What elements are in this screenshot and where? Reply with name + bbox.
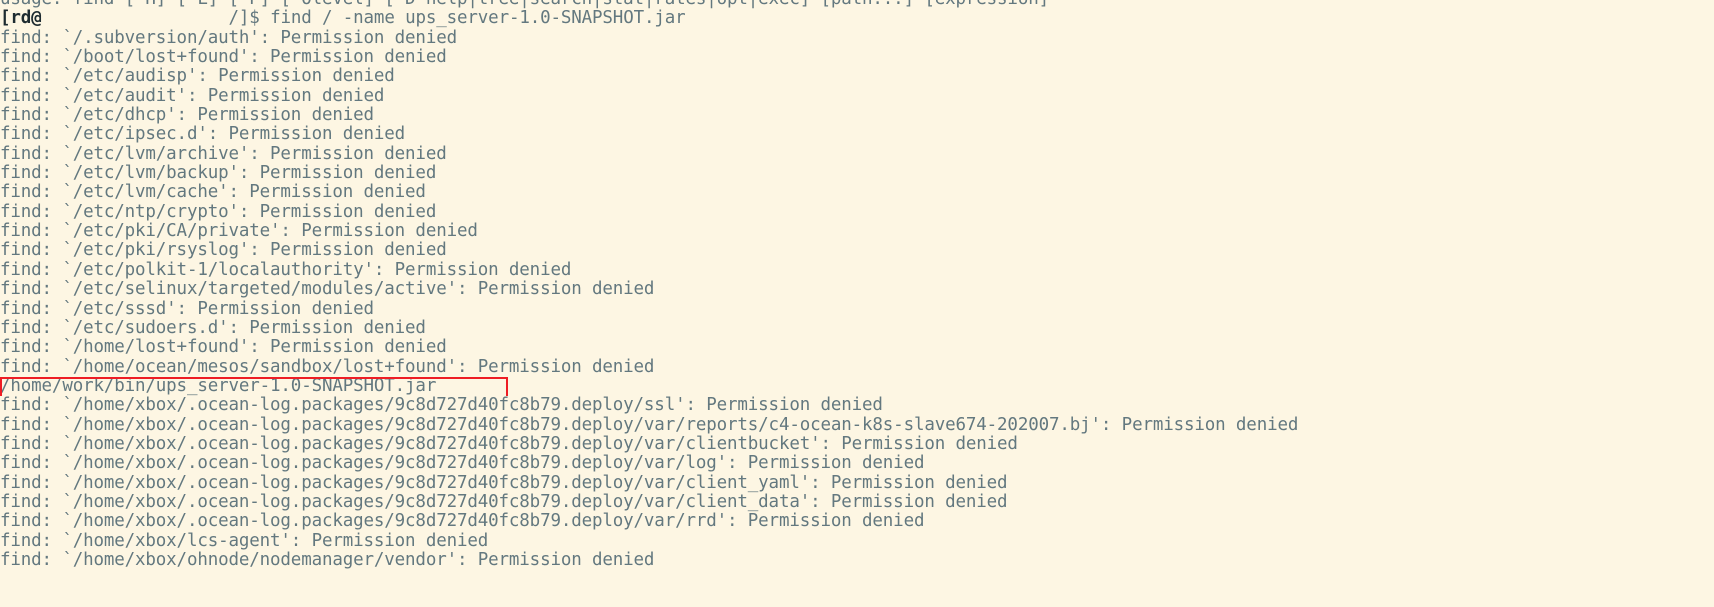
output-line: find: `/etc/ntp/crypto': Permission deni… (0, 202, 437, 222)
output-line: find: `/home/lost+found': Permission den… (0, 338, 447, 358)
output-line: find: `/home/xbox/.ocean-log.packages/9c… (0, 512, 925, 532)
output-line: find: `/etc/lvm/archive': Permission den… (0, 144, 447, 164)
output-line: find: `/.subversion/auth': Permission de… (0, 28, 457, 48)
output-line: find: `/home/xbox/.ocean-log.packages/9c… (0, 473, 1008, 493)
output-line: find: `/etc/pki/rsyslog': Permission den… (0, 241, 447, 261)
shell-prompt-line: [rd@ /]$ find / -name ups_server-1.0-SNA… (0, 9, 1714, 28)
output-line: find: `/etc/sudoers.d': Permission denie… (0, 318, 426, 338)
find-usage-line: usage: find [-H] [-L] [-P] [-Olevel] [-D… (0, 0, 1714, 9)
output-line: find: `/etc/selinux/targeted/modules/act… (0, 280, 655, 300)
prompt-close-bracket: ] (238, 9, 250, 29)
output-line: find: `/home/xbox/.ocean-log.packages/9c… (0, 434, 1018, 454)
output-line: find: `/etc/audisp': Permission denied (0, 67, 395, 87)
output-line: find: `/home/xbox/.ocean-log.packages/9c… (0, 454, 925, 474)
output-line: find: `/home/xbox/ohnode/nodemanager/ven… (0, 550, 655, 570)
output-line: find: `/boot/lost+found': Permission den… (0, 48, 447, 68)
output-line: find: `/etc/lvm/backup': Permission deni… (0, 164, 437, 184)
prompt-spacer (42, 9, 229, 28)
output-line: find: `/home/ocean/mesos/sandbox/lost+fo… (0, 357, 655, 377)
output-line: find: `/home/xbox/.ocean-log.packages/9c… (0, 396, 883, 416)
output-line: find: `/etc/pki/CA/private': Permission … (0, 222, 478, 242)
output-line: find: `/home/xbox/.ocean-log.packages/9c… (0, 415, 1299, 435)
prompt-command: find / -name ups_server-1.0-SNAPSHOT.jar (259, 9, 686, 29)
prompt-sigil: $ (249, 9, 260, 29)
output-line: find: `/etc/audit': Permission denied (0, 86, 385, 106)
terminal-scrollback[interactable]: usage: find [-H] [-L] [-P] [-Olevel] [-D… (0, 0, 1714, 570)
output-line: find: `/etc/sssd': Permission denied (0, 299, 374, 319)
output-line: find: `/home/xbox/lcs-agent': Permission… (0, 531, 489, 551)
output-line: find: `/etc/polkit-1/localauthority': Pe… (0, 260, 572, 280)
terminal-window[interactable]: usage: find [-H] [-L] [-P] [-Olevel] [-D… (0, 0, 1714, 607)
highlighted-match-line: /home/work/bin/ups_server-1.0-SNAPSHOT.j… (0, 376, 1714, 397)
prompt-open-bracket: [ (0, 9, 11, 29)
prompt-user: rd@ (10, 9, 42, 29)
output-line: find: `/etc/lvm/cache': Permission denie… (0, 183, 426, 203)
output-line: find: `/etc/dhcp': Permission denied (0, 106, 374, 126)
match-path-text: /home/work/bin/ups_server-1.0-SNAPSHOT.j… (0, 376, 437, 396)
output-line: find: `/home/xbox/.ocean-log.packages/9c… (0, 492, 1008, 512)
prompt-path: / (228, 9, 240, 29)
output-line: find: `/etc/ipsec.d': Permission denied (0, 125, 406, 145)
